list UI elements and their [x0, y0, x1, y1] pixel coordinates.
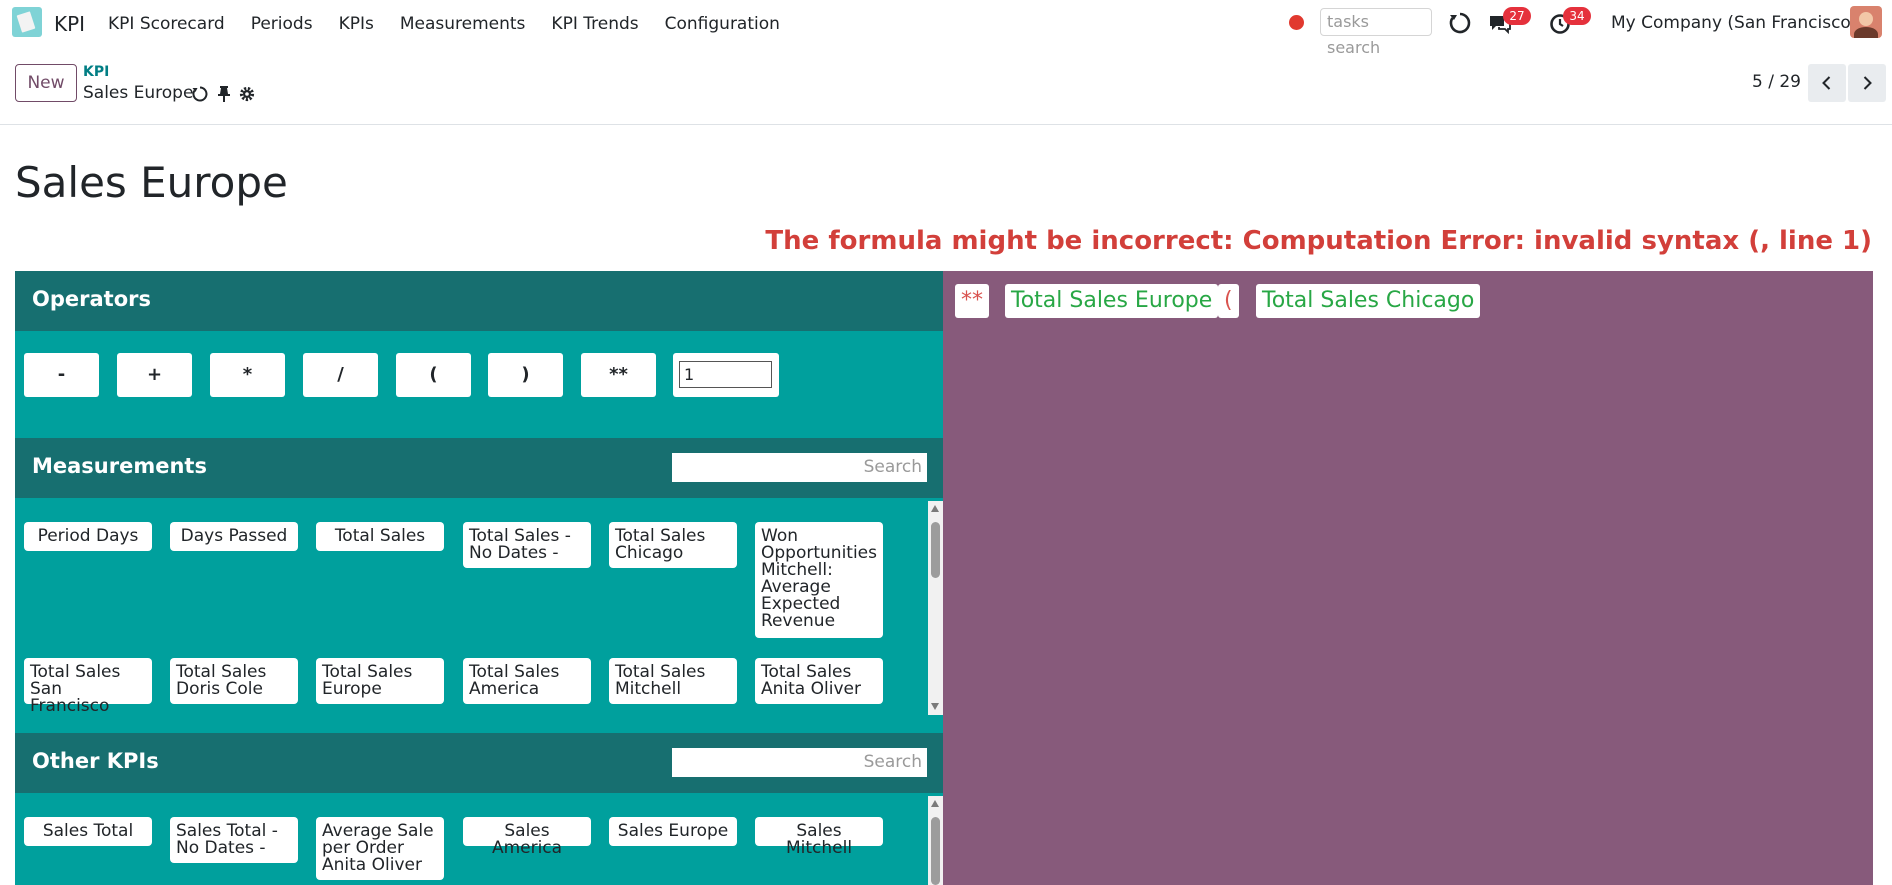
kpi-app-icon[interactable] [12, 7, 42, 37]
kpi-chip[interactable]: Sales Mitchell [755, 817, 883, 857]
kpi-chip[interactable]: Sales Total - No Dates - [170, 817, 298, 863]
menu-configuration[interactable]: Configuration [665, 14, 780, 34]
measurement-chip[interactable]: Period Days [24, 522, 152, 551]
measurement-chip[interactable]: Total Sales Mitchell [609, 658, 737, 704]
menu-measurements[interactable]: Measurements [400, 14, 526, 34]
breadcrumb-kpi[interactable]: KPI [83, 64, 109, 80]
menu-kpi-scorecard[interactable]: KPI Scorecard [108, 14, 225, 34]
formula-editor-panel[interactable]: ** Total Sales Europe ( Total Sales Chic… [943, 271, 1873, 885]
measurement-chip[interactable]: Total Sales America [463, 658, 591, 704]
record-title[interactable]: Sales Europe [15, 158, 288, 207]
measurement-chip[interactable]: Total Sales San Francisco [24, 658, 152, 715]
formula-token-operator[interactable]: ( [1218, 284, 1239, 318]
operator-divide-button[interactable]: / [303, 353, 378, 397]
measurement-chip[interactable]: Total Sales [316, 522, 444, 551]
chevron-left-icon [1822, 76, 1831, 90]
other-kpis-scrollbar[interactable] [928, 796, 943, 885]
company-switcher[interactable]: My Company (San Francisco) [1611, 13, 1857, 33]
menu-kpis[interactable]: KPIs [339, 14, 374, 34]
measurements-title: Measurements [32, 454, 207, 478]
measurements-scrollbar[interactable] [928, 501, 943, 715]
other-kpis-header: Other KPIs Search [15, 733, 943, 793]
recording-dot-icon[interactable] [1289, 15, 1304, 30]
control-panel: New KPI Sales Europe 5 / 29 [0, 54, 1892, 125]
activities-badge: 34 [1563, 7, 1591, 25]
pin-icon[interactable] [215, 85, 233, 103]
measurement-chip[interactable]: Total Sales Chicago [609, 522, 737, 568]
scroll-up-arrow-icon[interactable] [931, 800, 939, 807]
chevron-right-icon [1863, 76, 1872, 90]
measurement-chip[interactable]: Days Passed [170, 522, 298, 551]
operator-open-paren-button[interactable]: ( [396, 353, 471, 397]
operator-number-container: 1 [673, 353, 779, 397]
refresh-icon[interactable] [1447, 10, 1473, 36]
formula-token-variable[interactable]: Total Sales Chicago [1256, 284, 1481, 318]
operator-multiply-button[interactable]: * [210, 353, 285, 397]
other-kpis-search-input[interactable]: Search [672, 748, 927, 777]
formula-token-variable[interactable]: Total Sales Europe [1005, 284, 1219, 318]
formula-error-message: The formula might be incorrect: Computat… [765, 226, 1872, 256]
gear-icon[interactable] [238, 85, 256, 103]
measurements-search-input[interactable]: Search [672, 453, 927, 482]
kpi-chip[interactable]: Average Sale per Order Anita Oliver [316, 817, 444, 880]
pager-next-button[interactable] [1848, 64, 1886, 102]
pager-value[interactable]: 5 / 29 [1752, 72, 1801, 92]
operators-header: Operators [15, 271, 943, 331]
measurement-chip[interactable]: Total Sales Anita Oliver [755, 658, 883, 704]
menu-kpi-trends[interactable]: KPI Trends [551, 14, 638, 34]
user-avatar[interactable] [1850, 6, 1882, 38]
new-button[interactable]: New [15, 64, 77, 102]
scroll-up-arrow-icon[interactable] [931, 505, 939, 512]
pager-previous-button[interactable] [1808, 64, 1846, 102]
measurement-chip[interactable]: Total Sales Europe [316, 658, 444, 704]
measurement-chip[interactable]: Won Opportunities Mitchell: Average Expe… [755, 522, 883, 638]
other-kpis-scroll-thumb[interactable] [931, 817, 940, 885]
other-kpis-title: Other KPIs [32, 749, 159, 773]
kpi-chip[interactable]: Sales Total [24, 817, 152, 846]
formula-builder-panel: Operators - + * / ( ) ** 1 Measurements … [15, 271, 943, 885]
operator-power-button[interactable]: ** [581, 353, 656, 397]
refresh-icon[interactable] [191, 85, 209, 103]
measurements-header: Measurements Search [15, 438, 943, 498]
menu-periods[interactable]: Periods [251, 14, 313, 34]
tasks-search-input[interactable]: tasks search [1320, 8, 1432, 57]
formula-token-operator[interactable]: ** [955, 284, 989, 318]
measurements-scroll-thumb[interactable] [931, 522, 940, 578]
operator-close-paren-button[interactable]: ) [488, 353, 563, 397]
kpi-chip[interactable]: Sales Europe [609, 817, 737, 846]
breadcrumb-current: Sales Europe [83, 83, 194, 103]
operator-minus-button[interactable]: - [24, 353, 99, 397]
operators-title: Operators [32, 287, 151, 311]
kpi-chip[interactable]: Sales America [463, 817, 591, 857]
operator-number-input[interactable]: 1 [679, 361, 772, 388]
top-navbar: KPI KPI Scorecard Periods KPIs Measureme… [0, 0, 1892, 57]
app-name[interactable]: KPI [54, 12, 85, 36]
scroll-down-arrow-icon[interactable] [931, 703, 939, 710]
measurement-chip[interactable]: Total Sales - No Dates - [463, 522, 591, 568]
main-menu: KPI Scorecard Periods KPIs Measurements … [108, 14, 806, 34]
messages-badge: 27 [1503, 7, 1531, 25]
operator-plus-button[interactable]: + [117, 353, 192, 397]
measurement-chip[interactable]: Total Sales Doris Cole [170, 658, 298, 704]
